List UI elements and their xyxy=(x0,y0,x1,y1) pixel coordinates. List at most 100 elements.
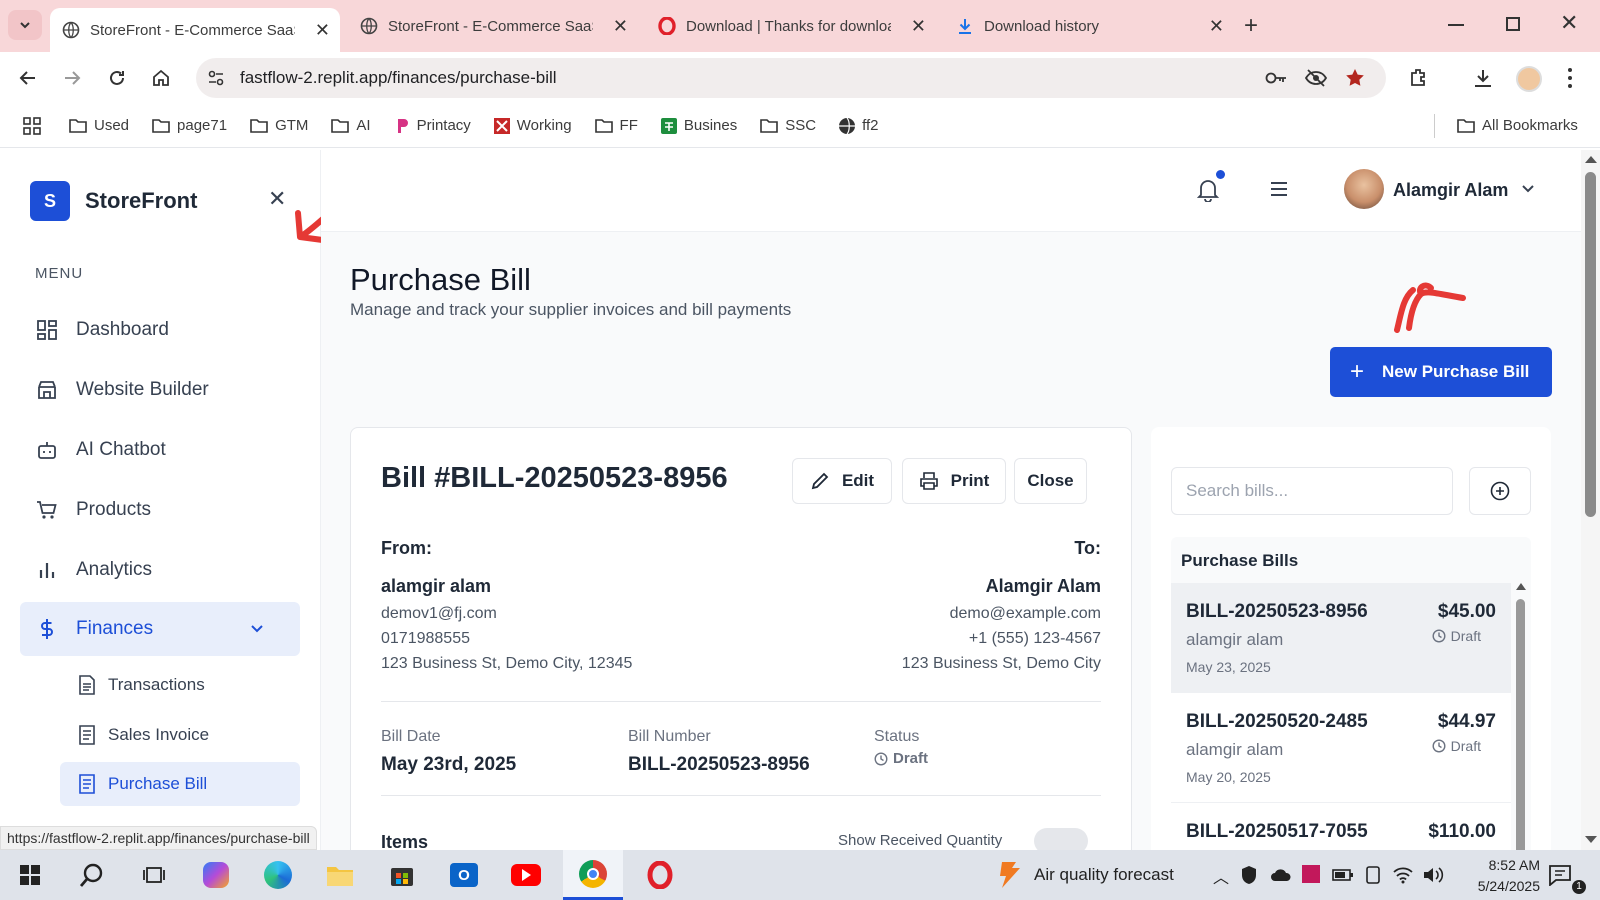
new-purchase-bill-button[interactable]: + New Purchase Bill xyxy=(1330,347,1552,397)
bookmark-link[interactable]: Printacy xyxy=(393,117,471,135)
sidebar-item-products[interactable]: Products xyxy=(20,483,300,537)
chrome-button[interactable] xyxy=(563,850,623,900)
copilot-button[interactable] xyxy=(191,850,241,900)
sidebar-item-finances[interactable]: Finances xyxy=(20,602,300,656)
reload-icon[interactable] xyxy=(107,68,127,88)
bookmark-link[interactable]: Working xyxy=(493,117,572,135)
notifications-icon[interactable] xyxy=(1548,864,1572,886)
scrollbar-thumb[interactable] xyxy=(1585,172,1596,517)
edit-button[interactable]: Edit xyxy=(792,458,892,504)
clock[interactable]: 8:52 AM 5/24/2025 xyxy=(1452,855,1540,897)
tab-storefront[interactable]: StoreFront - E-Commerce SaaS ✕ xyxy=(348,8,638,44)
omnibox[interactable]: fastflow-2.replit.app/finances/purchase-… xyxy=(196,58,1386,98)
home-icon[interactable] xyxy=(151,68,171,88)
scroll-up-icon[interactable] xyxy=(1585,156,1597,163)
battery-icon[interactable] xyxy=(1332,868,1354,882)
edge-button[interactable] xyxy=(253,850,303,900)
scrollbar-thumb[interactable] xyxy=(1516,599,1525,867)
volume-icon[interactable] xyxy=(1422,866,1444,884)
weather-widget[interactable]: Air quality forecast xyxy=(998,860,1174,890)
extensions-icon[interactable] xyxy=(1408,67,1430,89)
bookmark-link[interactable]: Busines xyxy=(660,117,737,135)
close-icon[interactable]: ✕ xyxy=(613,16,628,37)
tab-download[interactable]: Download | Thanks for downloading ✕ xyxy=(646,8,936,44)
browser-tab-bar: StoreFront - E-Commerce SaaS ✕ StoreFron… xyxy=(0,0,1600,52)
sidebar-subitem-sales-invoice[interactable]: Sales Invoice xyxy=(60,713,300,757)
file-explorer-button[interactable] xyxy=(315,850,365,900)
list-scrollbar[interactable] xyxy=(1515,583,1526,867)
new-tab-button[interactable]: + xyxy=(1244,12,1258,40)
sidebar-subitem-purchase-bill[interactable]: Purchase Bill xyxy=(60,762,300,806)
to-address: 123 Business St, Demo City xyxy=(901,655,1101,672)
eye-off-icon[interactable] xyxy=(1304,68,1328,88)
sidebar-item-website-builder[interactable]: Website Builder xyxy=(20,363,300,417)
chevron-down-icon[interactable] xyxy=(1521,182,1535,196)
bill-list-item-selected[interactable]: BILL-20250523-8956 $45.00 alamgir alam D… xyxy=(1171,583,1511,693)
site-settings-icon[interactable] xyxy=(206,68,226,88)
close-sidebar-button[interactable]: ✕ xyxy=(268,186,286,212)
bookmark-folder[interactable]: page71 xyxy=(151,117,227,135)
task-view-button[interactable] xyxy=(129,850,179,900)
opera-icon xyxy=(647,861,673,889)
back-icon[interactable] xyxy=(18,68,38,88)
bill-list-item[interactable]: BILL-20250520-2485 $44.97 alamgir alam D… xyxy=(1171,693,1511,803)
all-bookmarks[interactable]: All Bookmarks xyxy=(1456,117,1578,135)
tab-title: StoreFront - E-Commerce SaaS xyxy=(388,17,593,35)
wifi-icon[interactable] xyxy=(1392,866,1414,884)
add-bill-button[interactable] xyxy=(1469,467,1531,515)
store-button[interactable] xyxy=(377,850,427,900)
tab-download-history[interactable]: Download history ✕ xyxy=(944,8,1234,44)
sidebar-subitem-transactions[interactable]: Transactions xyxy=(60,663,300,707)
window-close-button[interactable]: ✕ xyxy=(1560,10,1578,36)
page-scrollbar[interactable] xyxy=(1581,150,1600,850)
bookmark-folder[interactable]: Used xyxy=(68,117,129,135)
sidebar-item-dashboard[interactable]: Dashboard xyxy=(20,303,300,357)
forward-icon[interactable] xyxy=(62,68,82,88)
bookmark-folder[interactable]: FF xyxy=(594,117,638,135)
download-icon[interactable] xyxy=(1472,67,1494,89)
bookmark-folder[interactable]: SSC xyxy=(759,117,816,135)
hamburger-menu-icon[interactable] xyxy=(1269,180,1289,198)
sidebar-item-label: AI Chatbot xyxy=(76,439,166,460)
url-text[interactable]: fastflow-2.replit.app/finances/purchase-… xyxy=(240,68,557,88)
bookmark-star-icon[interactable] xyxy=(1344,67,1366,89)
tray-chevron-icon[interactable]: ︿ xyxy=(1213,864,1229,888)
shield-icon[interactable] xyxy=(1240,865,1258,885)
youtube-button[interactable] xyxy=(501,850,551,900)
minimize-button[interactable] xyxy=(1448,24,1464,26)
sidebar-item-ai-chatbot[interactable]: AI Chatbot xyxy=(20,423,300,477)
scroll-down-icon[interactable] xyxy=(1585,836,1597,843)
sidebar-subitem-label: Transactions xyxy=(108,675,205,694)
cloud-icon[interactable] xyxy=(1270,868,1292,882)
avatar[interactable] xyxy=(1344,169,1384,209)
outlook-button[interactable]: O xyxy=(439,850,489,900)
bookmark-folder[interactable]: AI xyxy=(330,117,371,135)
apps-grid-icon[interactable] xyxy=(22,116,42,136)
restore-button[interactable] xyxy=(1506,17,1520,31)
user-name[interactable]: Alamgir Alam xyxy=(1393,180,1508,201)
scroll-up-icon[interactable] xyxy=(1516,583,1526,590)
close-icon[interactable]: ✕ xyxy=(315,20,330,41)
search-input[interactable]: Search bills... xyxy=(1171,467,1453,515)
start-button[interactable] xyxy=(5,850,55,900)
print-button[interactable]: Print xyxy=(902,458,1006,504)
kebab-menu-icon[interactable] xyxy=(1566,66,1574,90)
clock-icon xyxy=(1432,739,1446,753)
device-icon[interactable] xyxy=(1364,865,1382,885)
brand-name: StoreFront xyxy=(85,188,198,213)
bookmark-link[interactable]: ff2 xyxy=(838,117,879,135)
close-icon[interactable]: ✕ xyxy=(1209,16,1224,37)
tab-search-button[interactable] xyxy=(8,10,42,40)
close-icon[interactable]: ✕ xyxy=(911,16,926,37)
search-button[interactable] xyxy=(67,850,117,900)
app-tray-icon[interactable] xyxy=(1302,865,1320,883)
profile-avatar-icon[interactable] xyxy=(1516,66,1542,92)
tab-storefront-active[interactable]: StoreFront - E-Commerce SaaS ✕ xyxy=(50,8,340,52)
close-button[interactable]: Close xyxy=(1014,458,1087,504)
opera-button[interactable] xyxy=(635,850,685,900)
bell-icon[interactable] xyxy=(1197,178,1219,202)
bookmark-folder[interactable]: GTM xyxy=(249,117,308,135)
key-icon[interactable] xyxy=(1264,68,1288,88)
bill-list-panel: Search bills... Purchase Bills BILL-2025… xyxy=(1151,427,1551,867)
sidebar-item-analytics[interactable]: Analytics xyxy=(20,543,300,597)
